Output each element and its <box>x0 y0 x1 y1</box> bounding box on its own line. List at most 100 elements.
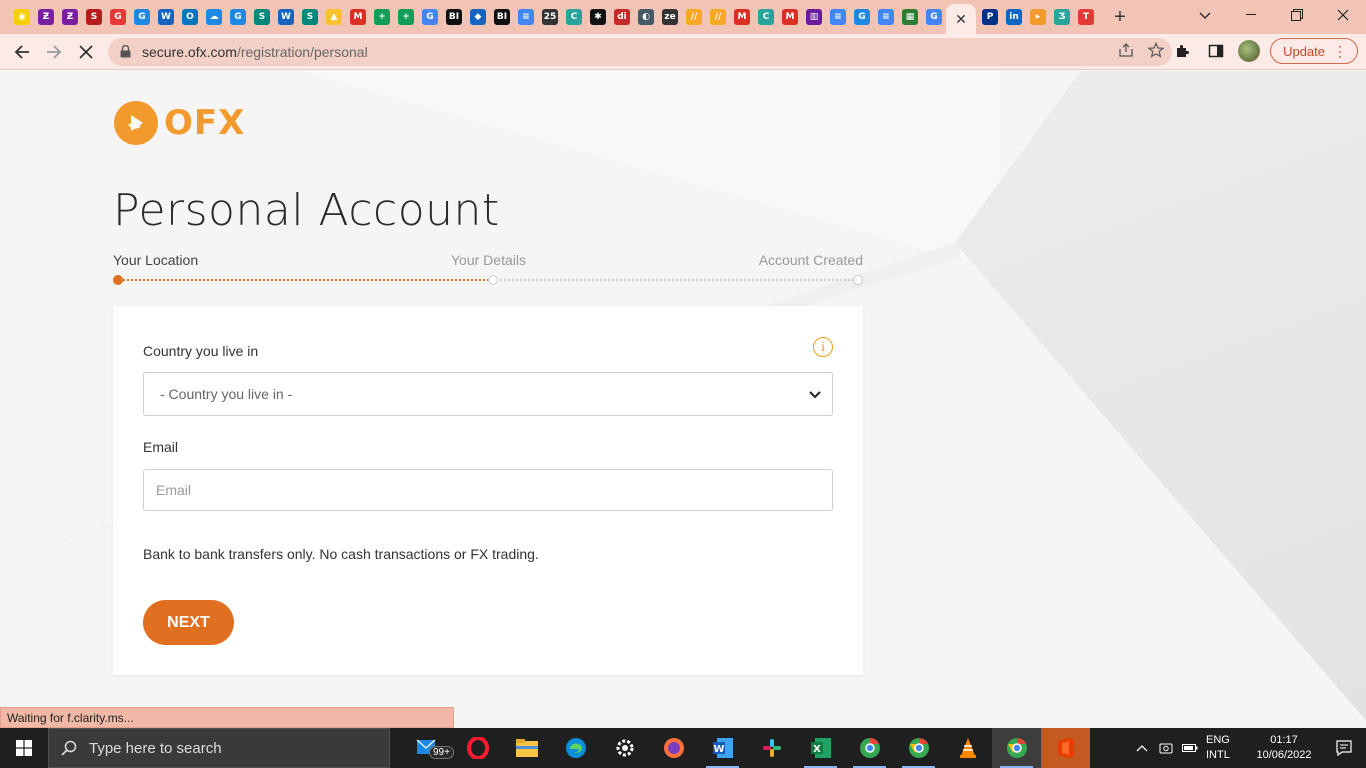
address-bar[interactable]: secure.ofx.com/registration/personal <box>108 38 1172 66</box>
camera-icon[interactable] <box>1154 742 1178 754</box>
notifications-icon[interactable] <box>1322 740 1366 756</box>
tab-favicon-17-tab[interactable]: + <box>394 0 418 34</box>
tab-favicon-39-tab[interactable]: G <box>922 0 946 34</box>
battery-icon[interactable] <box>1178 743 1202 753</box>
tab-search-icon[interactable] <box>1192 4 1218 28</box>
minimize-icon[interactable] <box>1228 0 1274 30</box>
active-tab[interactable]: ✕ <box>946 4 976 34</box>
tab-favicon-36-icon: G <box>854 9 870 25</box>
tab-favicon-7-tab[interactable]: W <box>154 0 178 34</box>
tab-favicon-20-tab[interactable]: ◆ <box>466 0 490 34</box>
tab-favicon-15-tab[interactable]: M <box>346 0 370 34</box>
tab-favicon-9-tab[interactable]: ☁ <box>202 0 226 34</box>
ofx-logo[interactable]: OFX <box>114 101 245 145</box>
tab-favicon-2-tab[interactable]: Ƶ <box>34 0 58 34</box>
tab-favicon-25-tab[interactable]: ✱ <box>586 0 610 34</box>
tab-favicon-19-tab[interactable]: BI <box>442 0 466 34</box>
stop-loading-button[interactable] <box>70 36 102 68</box>
tab-favicon-33-tab[interactable]: M <box>778 0 802 34</box>
tab-favicon-linkedin-tab[interactable]: in <box>1002 0 1026 34</box>
update-button[interactable]: Update ⋮ <box>1270 38 1358 64</box>
tab-favicon-36-tab[interactable]: G <box>850 0 874 34</box>
settings-gear-icon[interactable] <box>600 728 649 768</box>
tab-favicon-11-icon: S <box>254 9 270 25</box>
share-icon[interactable] <box>1118 42 1134 61</box>
tab-favicon-37-tab[interactable]: ≡ <box>874 0 898 34</box>
forward-button[interactable] <box>38 36 70 68</box>
vlc-icon[interactable] <box>943 728 992 768</box>
lock-icon <box>120 44 132 59</box>
step-dot-2 <box>488 275 498 285</box>
tab-favicon-paypal-icon: P <box>982 9 998 25</box>
stop-icon <box>79 44 93 59</box>
tab-favicon-35-tab[interactable]: ≡ <box>826 0 850 34</box>
clock-time: 01:17 <box>1270 734 1298 746</box>
tab-favicon-32-tab[interactable]: C <box>754 0 778 34</box>
tab-favicon-31-tab[interactable]: M <box>730 0 754 34</box>
tab-favicon-27-tab[interactable]: ◐ <box>634 0 658 34</box>
next-button[interactable]: NEXT <box>143 600 234 645</box>
mail-app-icon[interactable]: 99+ <box>404 728 454 768</box>
side-panel-icon[interactable] <box>1204 39 1228 63</box>
info-icon[interactable]: i <box>813 337 833 357</box>
close-window-icon[interactable] <box>1320 0 1366 30</box>
firefox-icon[interactable] <box>649 728 698 768</box>
tab-favicon-12-tab[interactable]: W <box>274 0 298 34</box>
tab-favicon-t-tab[interactable]: T <box>1074 0 1098 34</box>
taskbar-search-placeholder: Type here to search <box>89 739 222 757</box>
tab-favicon-22-tab[interactable]: ≡ <box>514 0 538 34</box>
tab-favicon-13-tab[interactable]: S <box>298 0 322 34</box>
tab-favicon-3-tab[interactable]: Ƶ <box>58 0 82 34</box>
tab-favicon-8-tab[interactable]: O <box>178 0 202 34</box>
language-indicator[interactable]: ENG INTL <box>1206 733 1246 763</box>
bookmark-star-icon[interactable] <box>1147 42 1165 61</box>
restore-icon[interactable] <box>1274 0 1320 30</box>
tab-favicon-1-tab[interactable]: ◉ <box>10 0 34 34</box>
tab-favicon-14-tab[interactable]: ▲ <box>322 0 346 34</box>
excel-icon[interactable]: X <box>796 728 845 768</box>
tab-favicon-34-tab[interactable]: ▥ <box>802 0 826 34</box>
tab-favicon-orange-tab[interactable]: ▸ <box>1026 0 1050 34</box>
opera-icon[interactable] <box>453 728 502 768</box>
profile-avatar[interactable] <box>1238 40 1261 62</box>
chrome-profile-k-icon[interactable] <box>845 728 894 768</box>
chrome-active-icon[interactable] <box>992 728 1041 768</box>
taskbar-search-box[interactable]: Type here to search <box>48 728 390 768</box>
tab-favicon-38-tab[interactable]: ▦ <box>898 0 922 34</box>
tab-favicon-28-tab[interactable]: ze <box>658 0 682 34</box>
country-select[interactable]: - Country you live in - <box>143 372 833 416</box>
office-icon[interactable] <box>1041 728 1090 768</box>
tab-favicon-29-tab[interactable]: // <box>682 0 706 34</box>
tab-favicon-teal-tab[interactable]: Ʒ <box>1050 0 1074 34</box>
back-button[interactable] <box>6 36 38 68</box>
tab-favicon-18-tab[interactable]: G <box>418 0 442 34</box>
tab-favicon-paypal-tab[interactable]: P <box>978 0 1002 34</box>
close-tab-icon[interactable]: ✕ <box>955 11 967 28</box>
tab-favicon-11-tab[interactable]: S <box>250 0 274 34</box>
tab-favicon-4-tab[interactable]: S <box>82 0 106 34</box>
tab-favicon-26-tab[interactable]: di <box>610 0 634 34</box>
chrome-icon[interactable] <box>894 728 943 768</box>
tab-favicon-5-icon: G <box>110 9 126 25</box>
edge-icon[interactable] <box>551 728 600 768</box>
word-icon[interactable]: W <box>698 728 747 768</box>
extensions-puzzle-icon[interactable] <box>1170 39 1194 63</box>
tab-favicon-21-tab[interactable]: BI <box>490 0 514 34</box>
tab-favicon-17-icon: + <box>398 9 414 25</box>
tab-favicon-10-tab[interactable]: G <box>226 0 250 34</box>
tab-favicon-5-tab[interactable]: G <box>106 0 130 34</box>
tab-favicons-after: Pin ▸ Ʒ T <box>976 0 1098 34</box>
email-field[interactable]: Email <box>143 469 833 511</box>
chevron-up-icon[interactable] <box>1130 744 1154 752</box>
new-tab-button[interactable]: + <box>1108 5 1132 29</box>
tab-favicon-16-tab[interactable]: + <box>370 0 394 34</box>
tab-favicon-39-icon: G <box>926 9 942 25</box>
file-explorer-icon[interactable] <box>502 728 551 768</box>
tab-favicon-6-tab[interactable]: G <box>130 0 154 34</box>
tab-favicon-23-tab[interactable]: 25 <box>538 0 562 34</box>
windows-start-icon[interactable] <box>0 728 48 768</box>
taskbar-clock[interactable]: 01:17 10/06/2022 <box>1246 733 1322 763</box>
tab-favicon-24-tab[interactable]: C <box>562 0 586 34</box>
slack-icon[interactable] <box>747 728 796 768</box>
tab-favicon-30-tab[interactable]: // <box>706 0 730 34</box>
